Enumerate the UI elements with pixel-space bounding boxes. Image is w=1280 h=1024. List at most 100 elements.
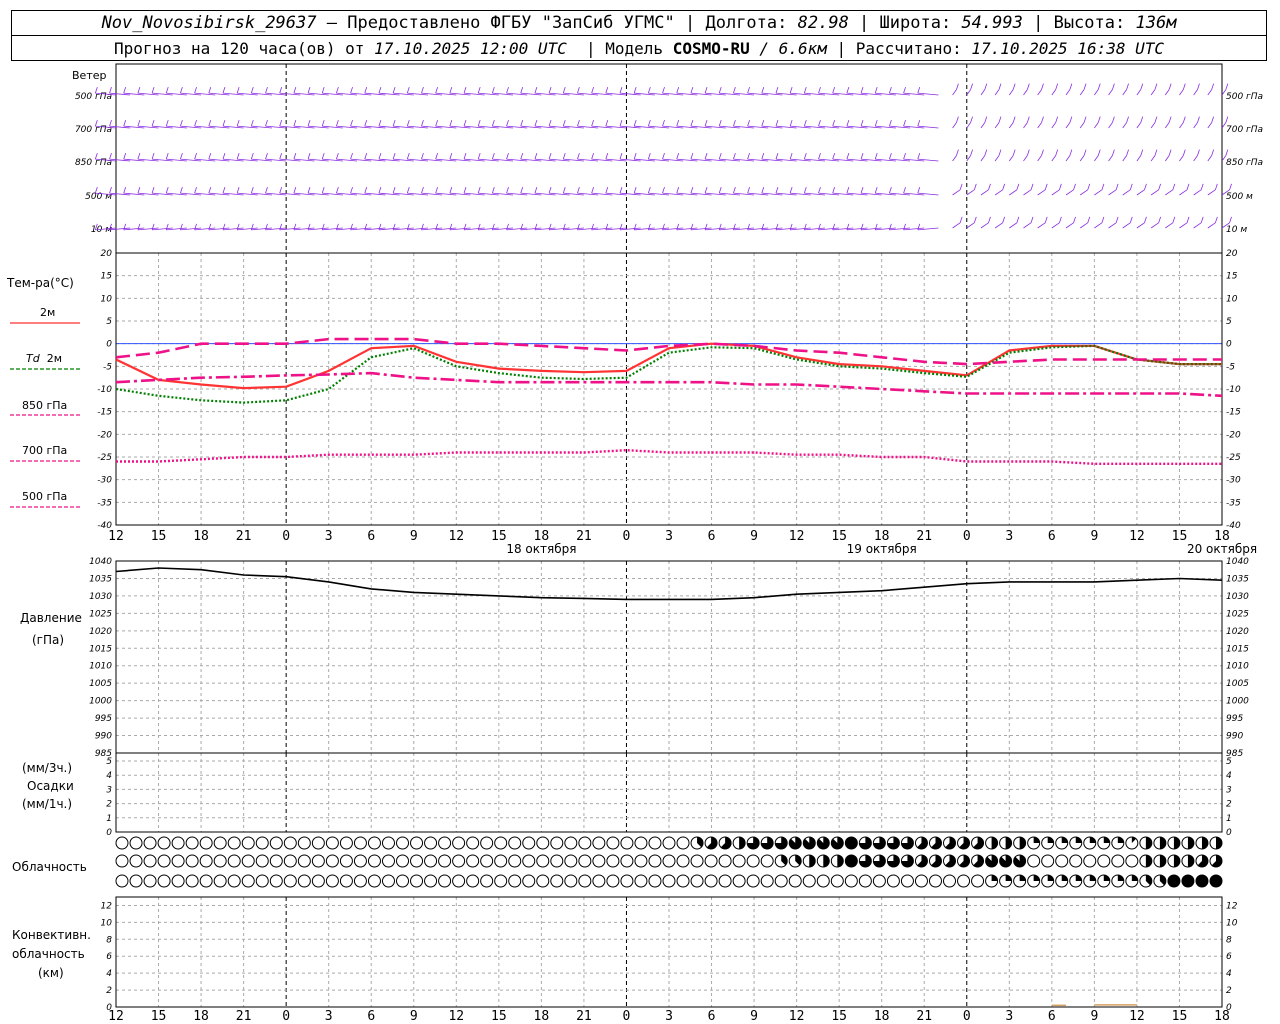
wind-barb-flag [506,152,509,160]
wind-barb-flag [903,152,906,160]
cloud-circle [634,874,648,888]
cloud-fill [991,875,998,881]
wind-barb [1079,122,1085,129]
hour-label-bottom: 9 [410,1009,418,1024]
cloud-circle [381,854,395,868]
wind-barb-flag [970,149,973,156]
wind-barb [1037,122,1042,129]
cloud-circle [1111,854,1125,868]
cloud-circle [494,836,508,850]
wind-barb-flag [392,152,396,160]
wind-barb-flag [1197,83,1200,90]
wind-barb-flag [208,223,212,231]
hour-label: 0 [963,529,971,544]
cloud-circle [606,836,620,850]
wind-barb [1150,189,1159,196]
cloud-circle [199,836,213,850]
wind-barb-flag [1168,149,1172,156]
cloud-fill [1187,837,1194,849]
cloud-circle [634,836,648,850]
cloud-circle [227,874,241,888]
hour-label: 12 [448,529,464,544]
cloud-circle [648,854,662,868]
wind-barb [994,222,1003,229]
cloud-circle [353,836,367,850]
wind-barb-flag [1211,149,1215,156]
wind-barb-flag [1197,116,1200,123]
wind-barb-flag [818,152,821,160]
wind-barb-flag [222,223,226,231]
wind-barb-flag [1229,216,1232,223]
cloud-circle [704,854,718,868]
cloud-circle [732,874,746,888]
cloud-circle [592,874,606,888]
wind-barb-flag [548,223,552,231]
wind-barb-flag [591,86,594,94]
wind-barb-flag [548,152,552,160]
cloud-circle [325,836,339,850]
wind-barb-flag [761,186,765,194]
cloud-fill [1033,837,1040,843]
cloud-circle [676,854,690,868]
precip-tick-right: 5 [1226,757,1232,767]
cloud-circle [255,836,269,850]
wind-barb [1037,89,1042,96]
pressure-tick-left: 1000 [89,697,112,707]
wind-barb-flag [888,86,892,94]
cloud-circle [283,836,297,850]
cloud-circle [928,874,942,888]
cloud-circle [592,836,606,850]
temp-tick-left: 20 [101,249,113,259]
wind-barb-flag [1225,116,1229,123]
wind-barb-flag [279,223,283,231]
hour-label-bottom: 12 [789,1009,805,1024]
wind-barb-flag [123,186,127,194]
hour-label: 3 [1005,529,1013,544]
wind-barb-flag [984,116,988,123]
wind-barb-flag [690,86,694,94]
wind-barb-flag [364,186,368,194]
cloud-circle [1097,854,1111,868]
wind-barb-flag [123,86,127,94]
wind-barb-flag [279,86,283,94]
wind-barb-flag [265,152,268,160]
wind-barb-flag [917,186,921,194]
wind-barb-flag [860,186,864,194]
cloud-circle [536,874,550,888]
series-pressure [115,567,1223,601]
cloud-fill [1131,874,1138,881]
cloud-circle [536,836,550,850]
wind-barb-flag [1012,83,1016,90]
conv-tick-right: 12 [1226,901,1238,911]
wind-barb [1136,155,1142,162]
cloud-circle [858,874,872,888]
wind-barb-flag [1129,183,1133,190]
cloud-circle [143,836,157,850]
wind-barb-flag [151,186,155,194]
conv-tick-left: 12 [101,901,113,911]
wind-barb-flag [959,216,963,223]
wind-barb-flag [506,86,509,94]
wind-barb-flag [250,186,254,194]
cloud-circle [662,836,676,850]
wind-barb-flag [307,152,311,160]
wind-barb-flag [307,223,311,231]
wind-barb [1065,155,1071,162]
precip-tick-left: 1 [106,814,112,824]
wind-barb [1079,155,1085,162]
wind-barb-flag [562,186,566,194]
wind-barb-flag [1069,116,1073,123]
day-label: 20 октября [1187,542,1257,556]
wind-barb-flag [137,186,141,194]
wind-barb-flag [463,86,467,94]
cloud-fill [1061,837,1068,843]
temp-tick-left: -10 [97,385,112,395]
wind-barb-flag [449,186,453,194]
wind-barb-flag [917,152,921,160]
cloud-circle [578,874,592,888]
wind-barb-flag [463,152,467,160]
wind-barb-flag [378,152,382,160]
wind-barb-flag [917,223,921,231]
cloud-circle [269,874,283,888]
cloud-circle [508,836,522,850]
